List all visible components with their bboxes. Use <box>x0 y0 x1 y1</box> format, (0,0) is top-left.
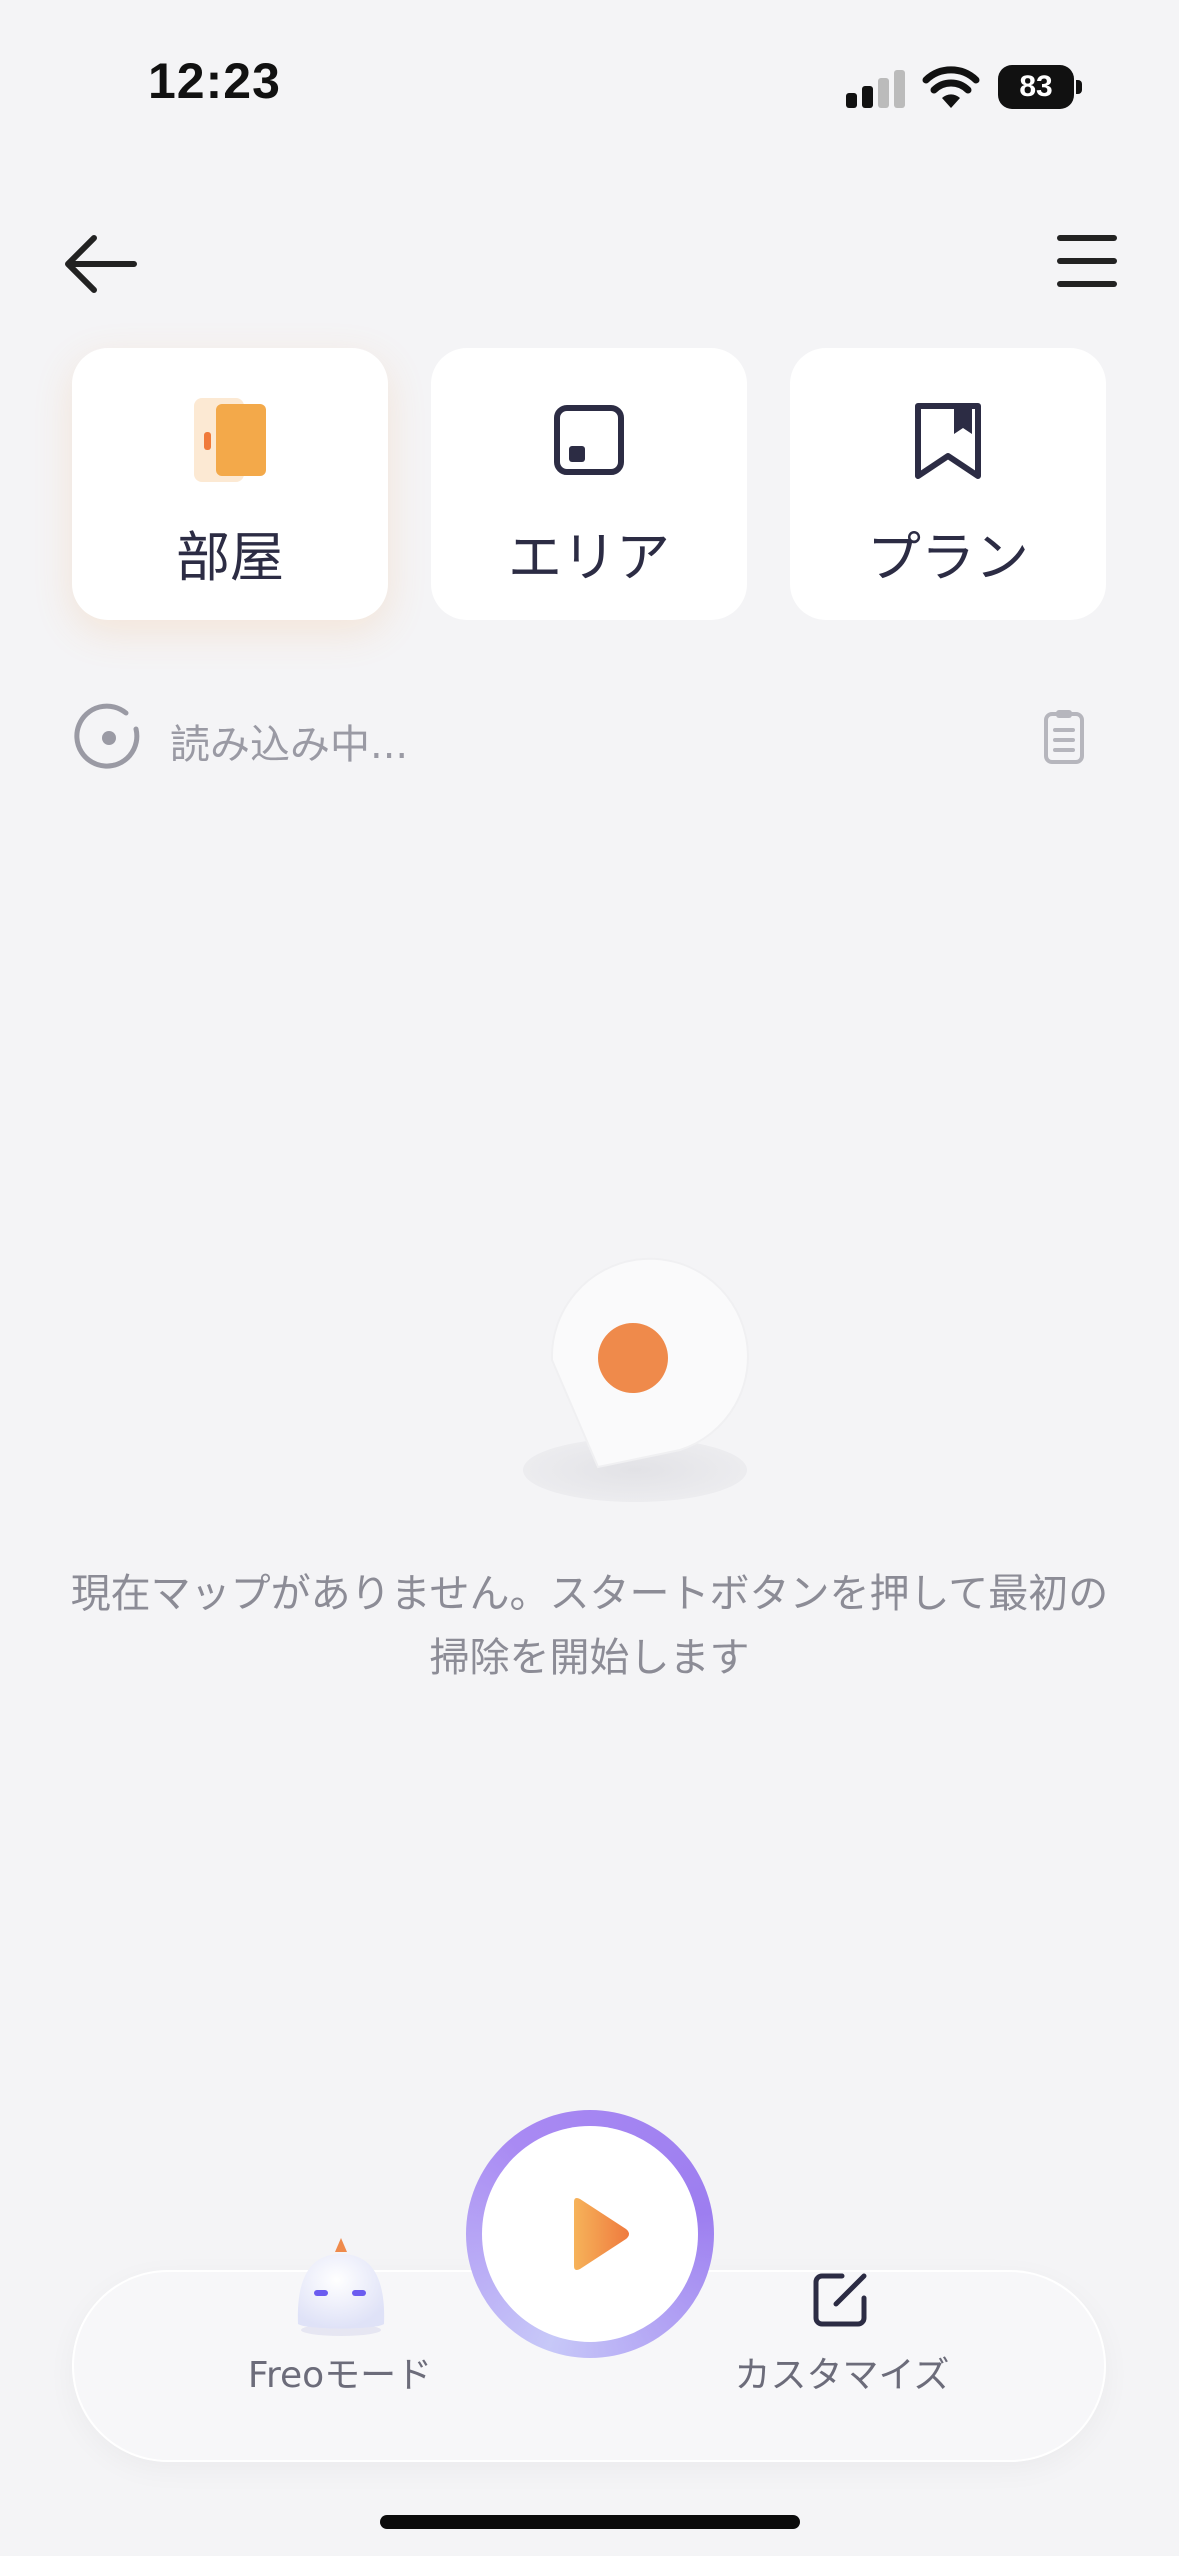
battery-cap <box>1076 80 1082 94</box>
battery-icon: 83 <box>998 65 1074 109</box>
tab-area[interactable]: エリア <box>431 348 747 620</box>
start-button-inner <box>482 2126 698 2342</box>
bookmark-icon <box>915 403 981 479</box>
tab-rooms[interactable]: 部屋 <box>72 348 388 620</box>
radar-target-icon <box>74 703 140 769</box>
door-icon <box>194 398 266 482</box>
start-button[interactable] <box>466 2110 714 2358</box>
status-time: 12:23 <box>148 53 281 109</box>
play-icon <box>574 2198 629 2270</box>
freo-mode-label: Freoモード <box>247 2355 433 2396</box>
hamburger-menu-icon <box>1057 235 1117 287</box>
home-indicator <box>380 2515 800 2529</box>
arrow-left-icon <box>65 235 137 293</box>
loading-text: 読み込み中... <box>170 722 409 768</box>
area-square-icon <box>554 405 624 475</box>
map-pin-icon <box>523 1257 749 1502</box>
cellular-signal-icon <box>846 68 906 108</box>
freo-robot-icon <box>297 2238 385 2336</box>
tab-label: 部屋 <box>176 526 284 589</box>
empty-map-message: 現在マップがありません。スタートボタンを押して最初の掃除を開始します <box>70 1571 1109 1681</box>
freo-mode-button[interactable]: Freoモード <box>210 2218 470 2396</box>
edit-icon <box>813 2273 867 2327</box>
tab-label: プラン <box>867 526 1029 589</box>
back-button[interactable] <box>62 232 138 296</box>
clipboard-icon[interactable] <box>1042 708 1086 766</box>
customize-label: カスタマイズ <box>734 2355 950 2396</box>
menu-button[interactable] <box>1056 232 1118 290</box>
customize-button[interactable]: カスタマイズ <box>712 2266 972 2406</box>
tab-label: エリア <box>508 526 670 589</box>
tab-plan[interactable]: プラン <box>790 348 1106 620</box>
wifi-icon <box>922 66 980 108</box>
